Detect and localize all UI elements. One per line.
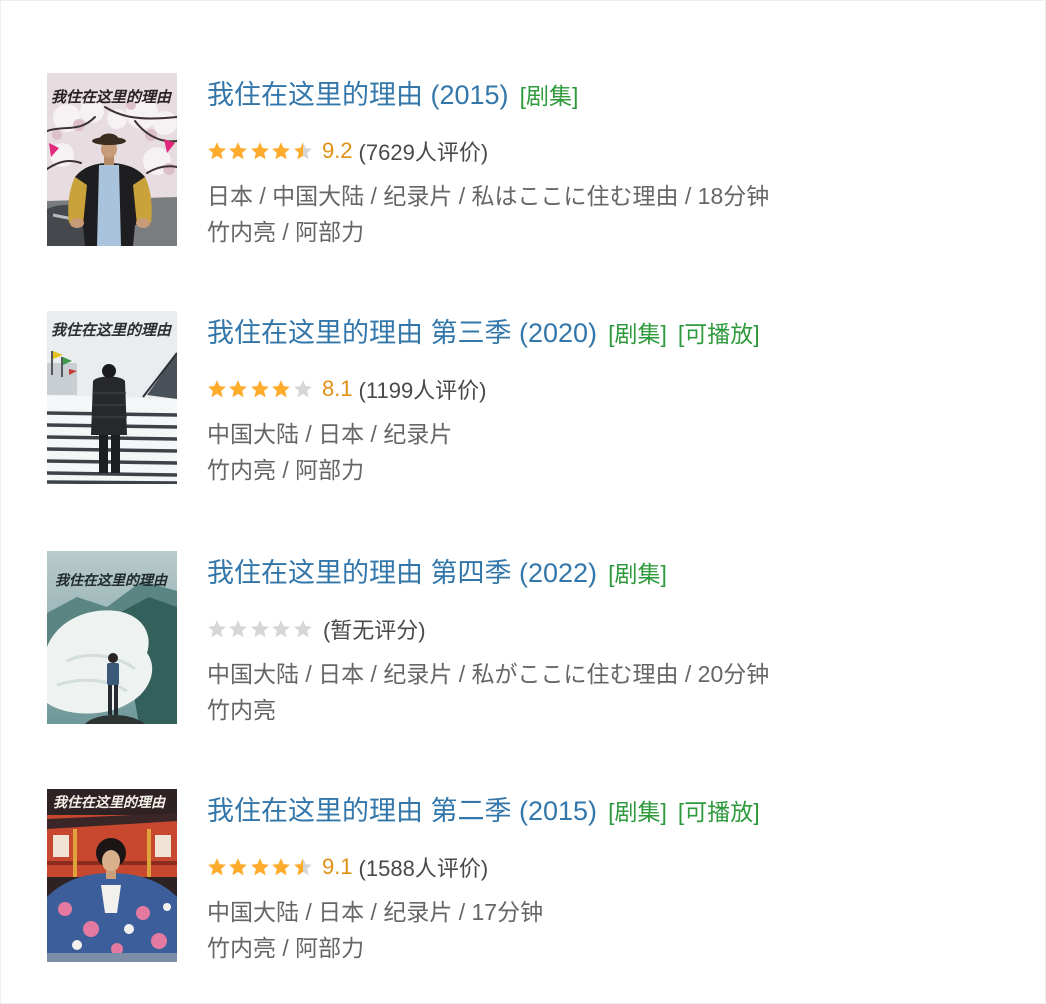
star-icon bbox=[207, 141, 228, 161]
result-meta: 日本 / 中国大陆 / 纪录片 / 私はここに住む理由 / 18分钟 bbox=[207, 183, 770, 209]
result-meta: 中国大陆 / 日本 / 纪录片 / 17分钟 bbox=[207, 899, 544, 925]
star-icon bbox=[207, 619, 228, 639]
star-icon bbox=[293, 141, 314, 161]
search-results-page: 我住在这里的理由 我住在这里的理由 (2015) [剧集] 9.2 (7629人… bbox=[0, 0, 1046, 1004]
result-title-link[interactable]: 我住在这里的理由 第二季 (2015) bbox=[207, 796, 597, 826]
star-icon bbox=[271, 379, 292, 399]
rating-line: 8.1 (1199人评价) bbox=[207, 375, 1007, 403]
tag-playable: [可播放] bbox=[677, 799, 760, 825]
poster-lettering: 我住在这里的理由 bbox=[55, 572, 169, 589]
star-icon bbox=[250, 379, 271, 399]
poster-image: 我住在这里的理由 bbox=[47, 73, 177, 246]
waterfall-mist bbox=[47, 610, 153, 714]
result-cast: 竹内亮 / 阿部力 bbox=[207, 935, 365, 961]
result-info: 我住在这里的理由 (2015) [剧集] 9.2 (7629人评价) 日本 / 中… bbox=[207, 73, 1007, 250]
rating-count: (1588人评价) bbox=[358, 856, 489, 881]
rating-line: 9.1 (1588人评价) bbox=[207, 853, 1007, 881]
result-info: 我住在这里的理由 第二季 (2015) [剧集] [可播放] 9.1 (1588人评… bbox=[207, 789, 1007, 966]
poster-link[interactable]: 我住在这里的理由 bbox=[47, 311, 177, 484]
title-line: 我住在这里的理由 第三季 (2020) [剧集] [可播放] bbox=[207, 317, 1007, 349]
rating-count: (7629人评价) bbox=[358, 140, 489, 165]
star-icon bbox=[228, 619, 249, 639]
rating-count: (1199人评价) bbox=[358, 378, 487, 403]
star-icon bbox=[293, 619, 314, 639]
title-line: 我住在这里的理由 (2015) [剧集] bbox=[207, 79, 1007, 111]
result-item: 我住在这里的理由 我住在这里的理由 第四季 (2022) [剧集] (暂无评分) … bbox=[47, 551, 1007, 726]
result-item: 我住在这里的理由 我住在这里的理由 (2015) [剧集] 9.2 (7629人… bbox=[47, 73, 1007, 248]
title-line: 我住在这里的理由 第四季 (2022) [剧集] bbox=[207, 557, 1007, 589]
rating-stars bbox=[207, 619, 314, 640]
result-item: 我住在这里的理由 bbox=[47, 311, 1007, 486]
tag-series: [剧集] bbox=[608, 321, 667, 347]
poster-lettering: 我住在这里的理由 bbox=[51, 321, 173, 339]
tag-series: [剧集] bbox=[519, 83, 579, 109]
star-icon bbox=[271, 141, 292, 161]
result-meta: 中国大陆 / 日本 / 纪录片 / 私がここに住む理由 / 20分钟 bbox=[207, 661, 770, 687]
result-cast: 竹内亮 / 阿部力 bbox=[207, 219, 365, 245]
result-title-link[interactable]: 我住在这里的理由 (2015) bbox=[207, 80, 509, 110]
rating-count: (暂无评分) bbox=[322, 618, 426, 643]
tag-series: [剧集] bbox=[608, 799, 667, 825]
star-icon bbox=[271, 857, 292, 877]
star-icon bbox=[207, 857, 228, 877]
poster-image: 我住在这里的理由 bbox=[47, 551, 177, 724]
poster-lettering: 我住在这里的理由 bbox=[53, 794, 167, 811]
result-cast: 竹内亮 bbox=[207, 697, 276, 723]
result-meta: 中国大陆 / 日本 / 纪录片 bbox=[207, 421, 453, 447]
result-info: 我住在这里的理由 第三季 (2020) [剧集] [可播放] 8.1 (1199人评… bbox=[207, 311, 1007, 488]
rating-stars bbox=[207, 857, 314, 878]
star-icon bbox=[228, 379, 249, 399]
result-cast: 竹内亮 / 阿部力 bbox=[207, 457, 365, 483]
rating-line: 9.2 (7629人评价) bbox=[207, 137, 1007, 165]
tag-series: [剧集] bbox=[608, 561, 667, 587]
rating-stars bbox=[207, 379, 314, 400]
poster-link[interactable]: 我住在这里的理由 bbox=[47, 551, 177, 724]
star-icon bbox=[207, 379, 228, 399]
star-icon bbox=[293, 857, 314, 877]
star-icon bbox=[250, 857, 271, 877]
poster-link[interactable]: 我住在这里的理由 bbox=[47, 73, 177, 246]
star-icon bbox=[228, 141, 249, 161]
star-icon bbox=[293, 379, 314, 399]
rating-line: (暂无评分) bbox=[207, 615, 1007, 643]
poster-image: 我住在这里的理由 bbox=[47, 789, 177, 962]
result-item: 我住在这里的理由 bbox=[47, 789, 1007, 964]
star-icon bbox=[250, 141, 271, 161]
star-icon bbox=[228, 857, 249, 877]
result-info: 我住在这里的理由 第四季 (2022) [剧集] (暂无评分) 中国大陆 / 日本… bbox=[207, 551, 1007, 728]
rating-stars bbox=[207, 141, 314, 162]
tag-playable: [可播放] bbox=[677, 321, 760, 347]
poster-lettering: 我住在这里的理由 bbox=[51, 88, 173, 106]
poster-link[interactable]: 我住在这里的理由 bbox=[47, 789, 177, 962]
rating-score: 9.2 bbox=[321, 138, 353, 163]
result-title-link[interactable]: 我住在这里的理由 第三季 (2020) bbox=[207, 318, 597, 348]
title-line: 我住在这里的理由 第二季 (2015) [剧集] [可播放] bbox=[207, 795, 1007, 827]
rating-score: 8.1 bbox=[321, 376, 353, 401]
star-icon bbox=[271, 619, 292, 639]
result-title-link[interactable]: 我住在这里的理由 第四季 (2022) bbox=[207, 558, 597, 588]
poster-image: 我住在这里的理由 bbox=[47, 311, 177, 484]
star-icon bbox=[250, 619, 271, 639]
rating-score: 9.1 bbox=[321, 854, 353, 879]
